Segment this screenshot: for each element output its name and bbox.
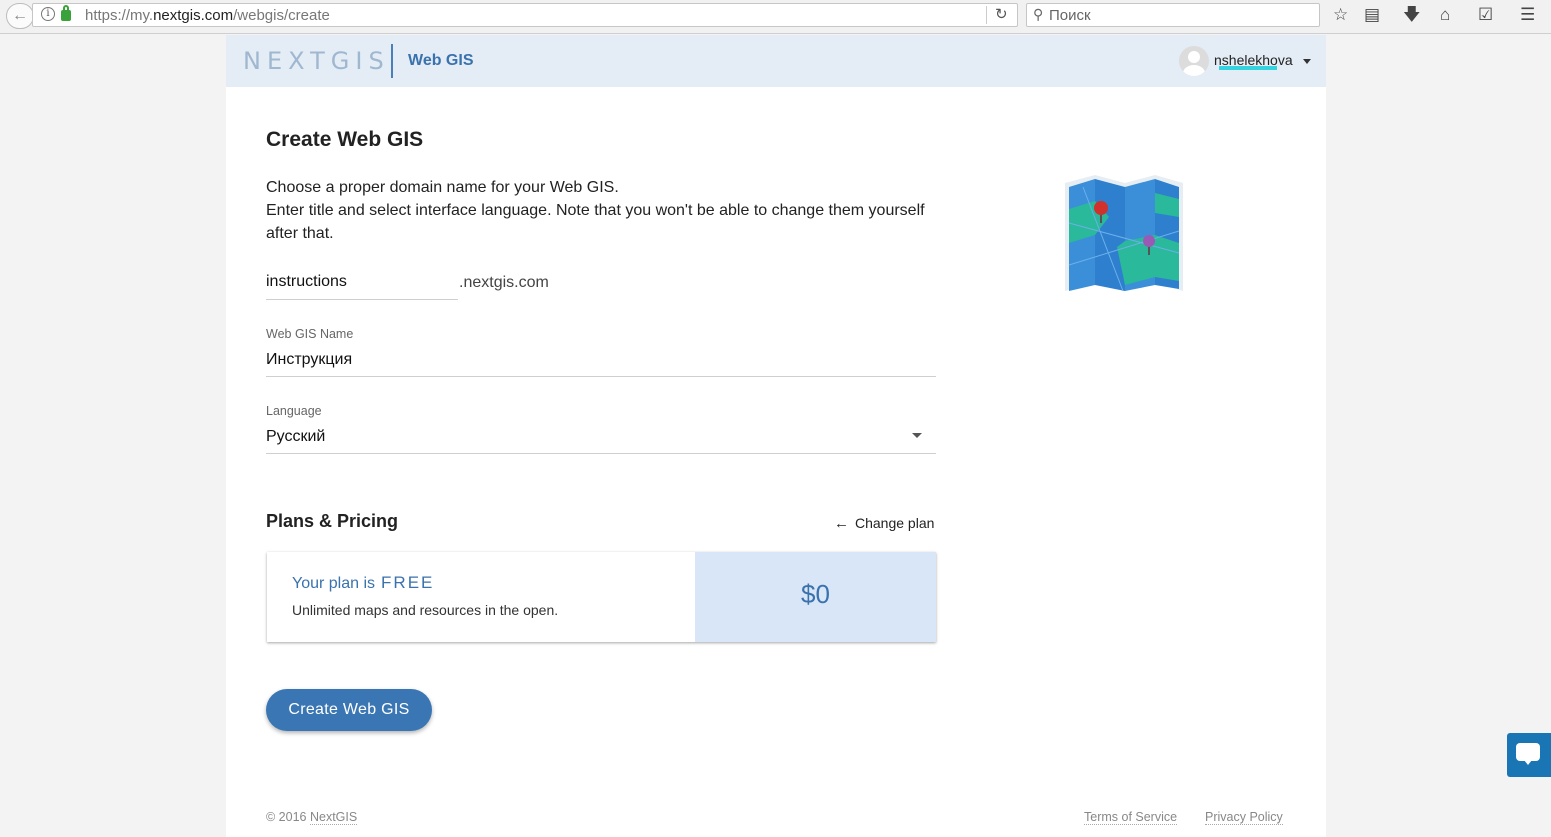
url-path: /webgis/create <box>233 7 330 24</box>
reload-icon[interactable]: ↻ <box>995 5 1008 23</box>
plan-description: Unlimited maps and resources in the open… <box>292 602 559 618</box>
avatar[interactable] <box>1179 46 1209 76</box>
plans-section-title: Plans & Pricing <box>266 511 399 531</box>
browser-toolbar: ← i https://my.nextgis.com/webgis/create… <box>0 0 1551 34</box>
webgis-name-label: Web GIS Name <box>266 327 354 341</box>
browser-search-box[interactable]: ⚲ <box>1026 3 1320 27</box>
privacy-policy-link[interactable]: Privacy Policy <box>1205 810 1283 825</box>
domain-input[interactable] <box>266 268 458 296</box>
change-plan-link[interactable]: ← Change plan <box>834 515 934 532</box>
logo-divider <box>391 44 393 78</box>
address-bar[interactable]: i https://my.nextgis.com/webgis/create ↻ <box>32 3 1018 27</box>
chat-widget-button[interactable] <box>1507 733 1551 777</box>
page-title: Create Web GIS <box>266 128 424 151</box>
download-icon[interactable]: 🡇 <box>1403 5 1420 25</box>
dropdown-arrow-icon[interactable] <box>912 433 922 438</box>
intro-text: Choose a proper domain name for your Web… <box>266 176 956 245</box>
page-content: NEXTGIS Web GIS nshelekhova Create Web G… <box>226 35 1326 837</box>
plan-title: Your plan is FREE <box>292 573 434 593</box>
plan-price-box: $0 <box>695 552 936 642</box>
create-webgis-button[interactable]: Create Web GIS <box>266 689 432 731</box>
home-icon[interactable]: ⌂ <box>1440 5 1450 25</box>
nextgis-logo[interactable]: NEXTGIS <box>243 47 390 75</box>
url-prefix: https://my. <box>85 7 154 24</box>
language-select[interactable]: Русский <box>266 424 936 454</box>
url-divider <box>986 6 987 24</box>
map-illustration-icon <box>1065 175 1183 292</box>
chevron-down-icon[interactable] <box>1303 59 1311 64</box>
browser-search-input[interactable] <box>1049 6 1309 24</box>
product-name[interactable]: Web GIS <box>408 52 474 70</box>
hamburger-menu-icon[interactable]: ☰ <box>1520 5 1535 25</box>
company-link[interactable]: NextGIS <box>309 810 358 825</box>
domain-field[interactable] <box>266 268 458 300</box>
pocket-icon[interactable]: ☑ <box>1478 5 1493 25</box>
terms-of-service-link[interactable]: Terms of Service <box>1084 810 1178 825</box>
arrow-left-icon: ← <box>834 515 849 532</box>
site-header: NEXTGIS Web GIS nshelekhova <box>226 35 1326 87</box>
plan-level: FREE <box>381 573 435 592</box>
search-icon: ⚲ <box>1033 6 1044 22</box>
copyright-text: © 2016 <box>266 810 307 824</box>
bookmark-star-icon[interactable]: ☆ <box>1333 5 1348 25</box>
footer-copyright: © 2016 NextGIS <box>266 810 358 825</box>
info-icon[interactable]: i <box>41 7 55 21</box>
plan-prefix: Your plan is <box>292 575 376 592</box>
lock-icon[interactable] <box>61 5 71 21</box>
chat-bubble-icon <box>1516 743 1540 765</box>
username-highlight <box>1219 66 1277 70</box>
domain-suffix: .nextgis.com <box>459 274 549 291</box>
plan-card: Your plan is FREE Unlimited maps and reso… <box>267 552 936 642</box>
language-label: Language <box>266 404 322 418</box>
intro-line-2: Enter title and select interface languag… <box>266 202 925 242</box>
intro-line-1: Choose a proper domain name for your Web… <box>266 179 619 196</box>
reading-list-icon[interactable]: ▤ <box>1364 5 1380 25</box>
webgis-name-field[interactable] <box>266 347 936 377</box>
change-plan-label: Change plan <box>855 515 935 531</box>
back-arrow-icon[interactable]: ← <box>6 3 34 29</box>
url-domain: nextgis.com <box>153 7 234 24</box>
language-selected-value[interactable]: Русский <box>266 428 325 446</box>
url-text[interactable]: https://my.nextgis.com/webgis/create <box>85 7 330 24</box>
webgis-name-input[interactable] <box>266 347 906 373</box>
plan-price: $0 <box>801 579 830 609</box>
